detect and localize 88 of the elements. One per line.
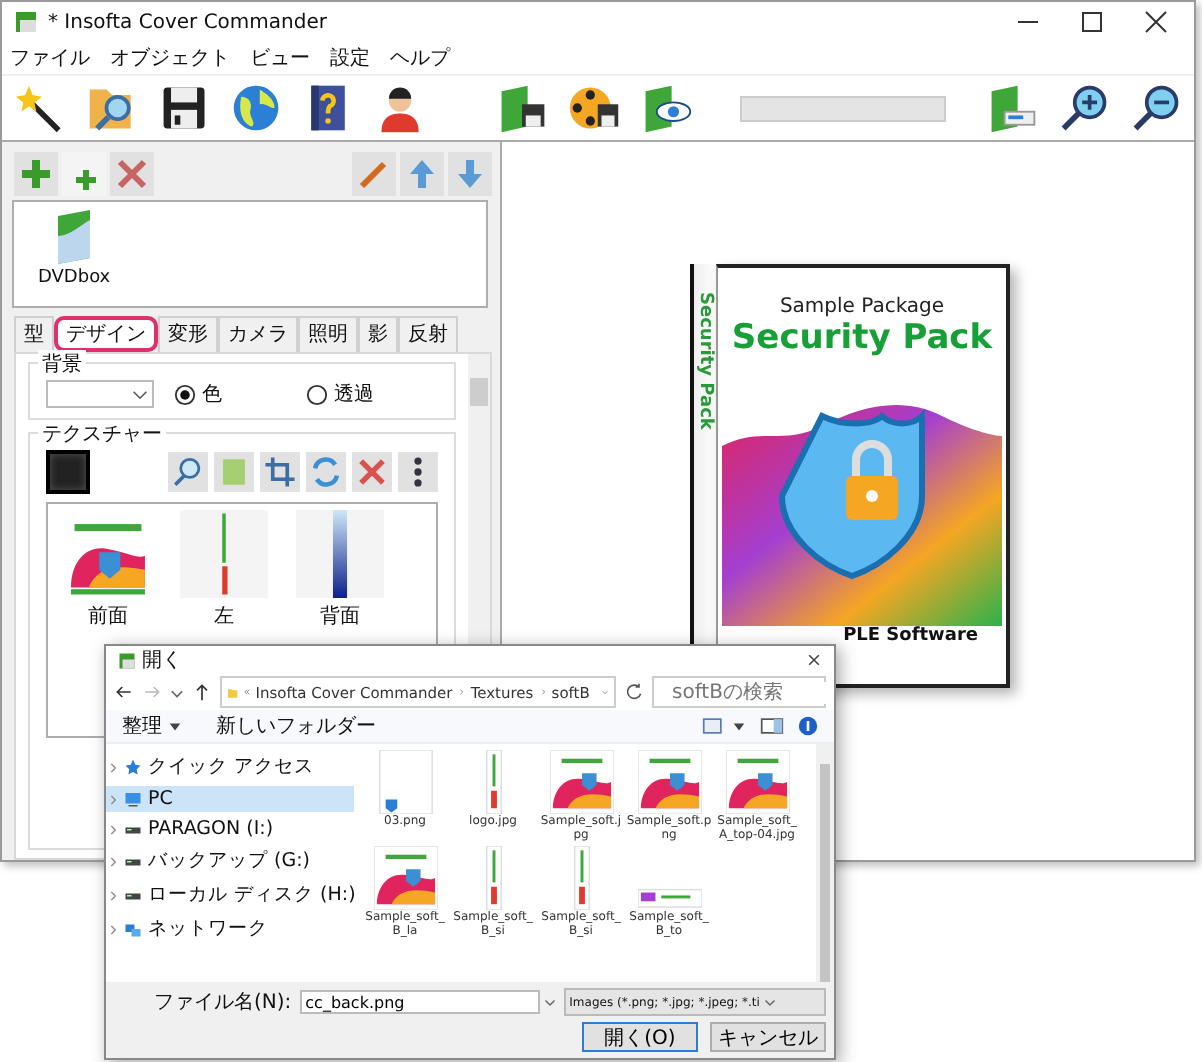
up-arrow-icon[interactable] (192, 682, 212, 702)
pencil-icon[interactable] (352, 152, 396, 196)
caret-icon[interactable] (168, 719, 182, 733)
tab[interactable]: デザイン (54, 316, 158, 352)
globe-icon[interactable] (230, 80, 283, 136)
caret-icon (132, 389, 148, 399)
image-thumbnail[interactable] (373, 846, 437, 911)
new-folder-button[interactable]: 新しいフォルダー (216, 712, 376, 740)
scrollbar-thumb[interactable] (470, 378, 488, 406)
computer-icon (124, 790, 142, 808)
scrollbar[interactable] (816, 744, 834, 982)
app-icon (14, 10, 38, 34)
image-thumbnail[interactable] (725, 750, 789, 814)
add-icon[interactable] (14, 152, 58, 196)
radio-label: 透過 (334, 381, 374, 408)
nav-item[interactable]: クイック アクセス (106, 752, 354, 782)
spine-title: Security Pack (695, 292, 715, 434)
help-icon[interactable] (798, 716, 818, 736)
texture-label: 左 (214, 604, 234, 630)
app-icon (118, 651, 136, 669)
refresh-icon[interactable] (624, 682, 644, 702)
zoom-out-icon[interactable] (1129, 80, 1182, 136)
radio-button[interactable] (306, 383, 328, 405)
texture-label: 背面 (320, 603, 360, 630)
tab[interactable]: カメラ (218, 316, 298, 352)
chevron-icon (458, 686, 465, 698)
cover-publisher: PLE Software (843, 626, 978, 646)
radio-button[interactable] (174, 383, 196, 405)
arrow-up-icon[interactable] (400, 152, 444, 196)
group-title: 背景 (38, 350, 86, 378)
search-field[interactable]: softBの検索 (652, 676, 826, 708)
network-icon (124, 920, 142, 938)
color-swatch[interactable] (46, 450, 90, 494)
nav-item[interactable]: ローカル ディスク (H:) (106, 880, 354, 910)
radio-label: 色 (202, 382, 222, 408)
dialog-title: 開く (142, 648, 182, 674)
group-title: テクスチャー (38, 420, 166, 448)
nav-item[interactable]: バックアップ (G:) (106, 846, 354, 876)
folder-search-icon[interactable] (168, 452, 208, 492)
scrollbar-thumb[interactable] (820, 764, 830, 984)
file-name-field[interactable]: cc_back.png (299, 990, 540, 1014)
texture-label: 前面 (88, 604, 128, 630)
zoom-in-icon[interactable] (1057, 80, 1110, 136)
preview-pane-icon[interactable] (760, 716, 784, 736)
caret-icon (763, 996, 776, 1008)
spine-thumbnail[interactable] (180, 510, 268, 598)
menu-item[interactable]: 設定 (330, 44, 370, 72)
menu-item[interactable]: ビュー (250, 44, 310, 72)
folder-icon (228, 683, 238, 701)
tab[interactable]: 影 (358, 316, 398, 352)
tab[interactable]: 型 (14, 316, 54, 352)
menu-item[interactable]: ファイル (10, 44, 90, 72)
dialog-button[interactable]: 開く(O) (582, 1022, 698, 1052)
double-chevron-icon (243, 686, 250, 698)
tab[interactable]: 変形 (158, 316, 218, 352)
gradient-thumbnail[interactable] (296, 510, 384, 598)
tab[interactable]: 照明 (298, 316, 358, 352)
object-label[interactable]: DVDbox (38, 268, 111, 288)
image-thumbnail[interactable] (637, 750, 701, 814)
caret-icon[interactable] (732, 719, 746, 733)
delete-icon[interactable] (110, 152, 154, 196)
box-save-icon[interactable] (496, 80, 549, 136)
file-name-label: ファイル名(N): (154, 990, 292, 1016)
cover-title: Security Pack (731, 318, 993, 358)
menu-item[interactable]: ヘルプ (390, 44, 450, 72)
star-icon (124, 758, 142, 776)
organize-menu[interactable]: 整理 (122, 712, 162, 740)
view-icon[interactable] (702, 716, 726, 736)
image-thumbnail[interactable] (549, 750, 613, 814)
arrow-down-icon[interactable] (448, 152, 492, 196)
back-arrow-icon[interactable] (114, 682, 134, 702)
nav-item[interactable]: PARAGON (I:) (106, 816, 354, 842)
nav-item[interactable]: PC (106, 786, 354, 812)
color-dropdown[interactable] (46, 380, 154, 408)
chevron-icon (539, 686, 546, 698)
nav-item[interactable]: ネットワーク (106, 914, 354, 944)
image-thumbnail[interactable] (373, 750, 437, 814)
more-icon[interactable] (398, 452, 438, 492)
crop-icon[interactable] (260, 452, 300, 492)
dialog-button[interactable]: キャンセル (710, 1022, 826, 1052)
box-eye-icon[interactable] (640, 80, 693, 136)
menu-item[interactable]: オブジェクト (110, 44, 230, 72)
caret-icon[interactable] (170, 685, 184, 699)
tab[interactable]: 反射 (398, 316, 458, 352)
caret-icon[interactable] (543, 996, 556, 1008)
close-icon[interactable] (806, 652, 822, 668)
window-title: * Insofta Cover Commander (48, 11, 327, 33)
cover-subtitle: Sample Package (779, 296, 945, 318)
